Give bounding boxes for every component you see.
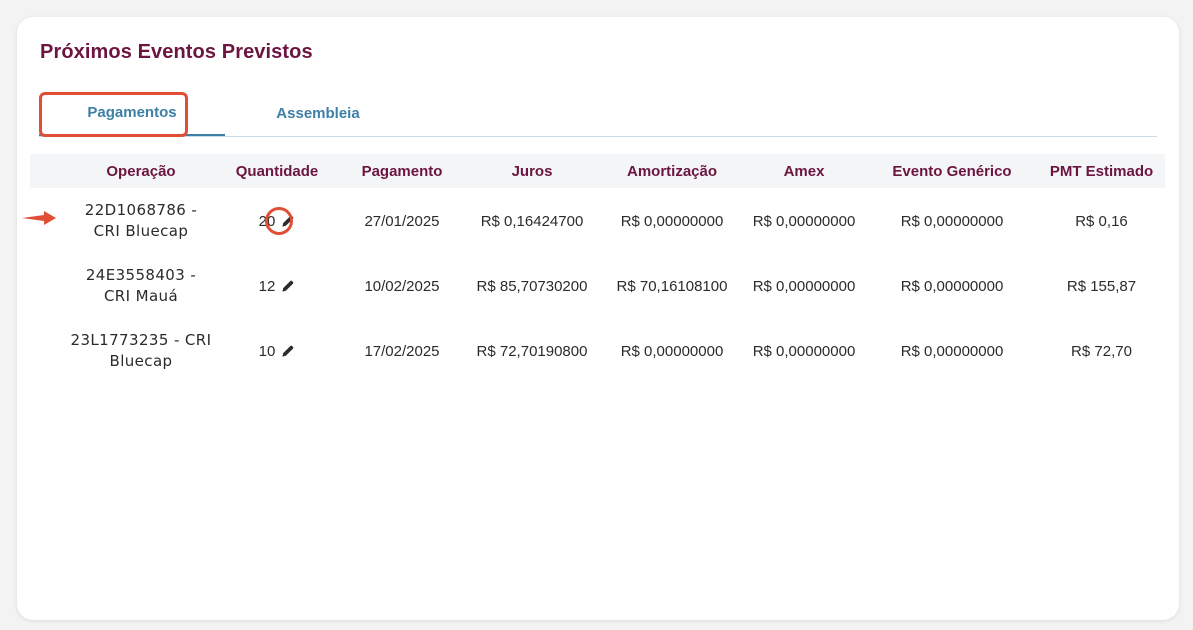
table-header: Operação Quantidade Pagamento Juros Amor… (30, 154, 1165, 188)
cell-pagamento: 10/02/2025 (364, 277, 440, 295)
quantidade-value: 12 (258, 277, 276, 295)
tab-assembleia[interactable]: Assembleia (225, 91, 411, 135)
cell-evento-generico: R$ 0,00000000 (900, 277, 1004, 295)
arrow-right-icon (22, 211, 56, 225)
cell-amortizacao: R$ 0,00000000 (620, 212, 724, 230)
cell-operacao: 24E3558403 - CRI Mauá (70, 255, 212, 317)
cell-operacao: 22D1068786 - CRI Bluecap (70, 190, 212, 252)
cell-pagamento: 27/01/2025 (364, 212, 440, 230)
table-row: 22D1068786 - CRI Bluecap 20 27/01/2025 R… (30, 190, 1165, 252)
table-row: 23L1773235 - CRI Bluecap 10 17/02/2025 R… (30, 320, 1165, 382)
cell-pmt-estimado: R$ 155,87 (1066, 277, 1137, 295)
header-pmt-estimado: PMT Estimado (1049, 162, 1154, 180)
header-quantidade: Quantidade (235, 162, 319, 180)
cell-quantidade: 10 (212, 320, 342, 382)
operacao-line: CRI Bluecap (93, 222, 189, 240)
cell-amex: R$ 0,00000000 (752, 212, 856, 230)
page-title: Próximos Eventos Previstos (40, 41, 313, 63)
events-card: Próximos Eventos Previstos Pagamentos As… (17, 17, 1179, 620)
header-juros: Juros (511, 162, 553, 180)
cell-pmt-estimado: R$ 0,16 (1075, 212, 1128, 230)
cell-quantidade: 12 (212, 255, 342, 317)
quantidade-value: 20 (258, 212, 276, 230)
operacao-line: 22D1068786 - (84, 201, 198, 219)
tab-bar: Pagamentos Assembleia (39, 91, 1157, 137)
operacao-line: 24E3558403 - (85, 266, 197, 284)
cell-amex: R$ 0,00000000 (752, 277, 856, 295)
cell-evento-generico: R$ 0,00000000 (900, 342, 1004, 360)
cell-amortizacao: R$ 70,16108100 (616, 277, 728, 295)
operacao-line: CRI Mauá (103, 287, 179, 305)
quantidade-value: 10 (258, 342, 276, 360)
cell-juros: R$ 72,70190800 (476, 342, 588, 360)
cell-juros: R$ 0,16424700 (480, 212, 584, 230)
cell-operacao: 23L1773235 - CRI Bluecap (70, 320, 212, 382)
header-amex: Amex (783, 162, 825, 180)
cell-amex: R$ 0,00000000 (752, 342, 856, 360)
cell-pmt-estimado: R$ 72,70 (1071, 342, 1132, 360)
header-pagamento: Pagamento (361, 162, 443, 180)
cell-juros: R$ 85,70730200 (476, 277, 588, 295)
cell-pagamento: 17/02/2025 (364, 342, 440, 360)
cell-quantidade: 20 (212, 190, 342, 252)
operacao-line: Bluecap (109, 352, 173, 370)
pencil-icon[interactable] (281, 214, 295, 228)
pencil-icon[interactable] (281, 344, 295, 358)
header-amortizacao: Amortização (626, 162, 718, 180)
operacao-line: 23L1773235 - CRI (70, 331, 212, 349)
table-row: 24E3558403 - CRI Mauá 12 10/02/2025 R$ 8… (30, 255, 1165, 317)
header-evento-generico: Evento Genérico (892, 162, 1012, 180)
cell-amortizacao: R$ 0,00000000 (620, 342, 724, 360)
cell-evento-generico: R$ 0,00000000 (900, 212, 1004, 230)
tab-pagamentos[interactable]: Pagamentos (39, 91, 225, 136)
pencil-icon[interactable] (281, 279, 295, 293)
header-operacao: Operação (106, 162, 176, 180)
